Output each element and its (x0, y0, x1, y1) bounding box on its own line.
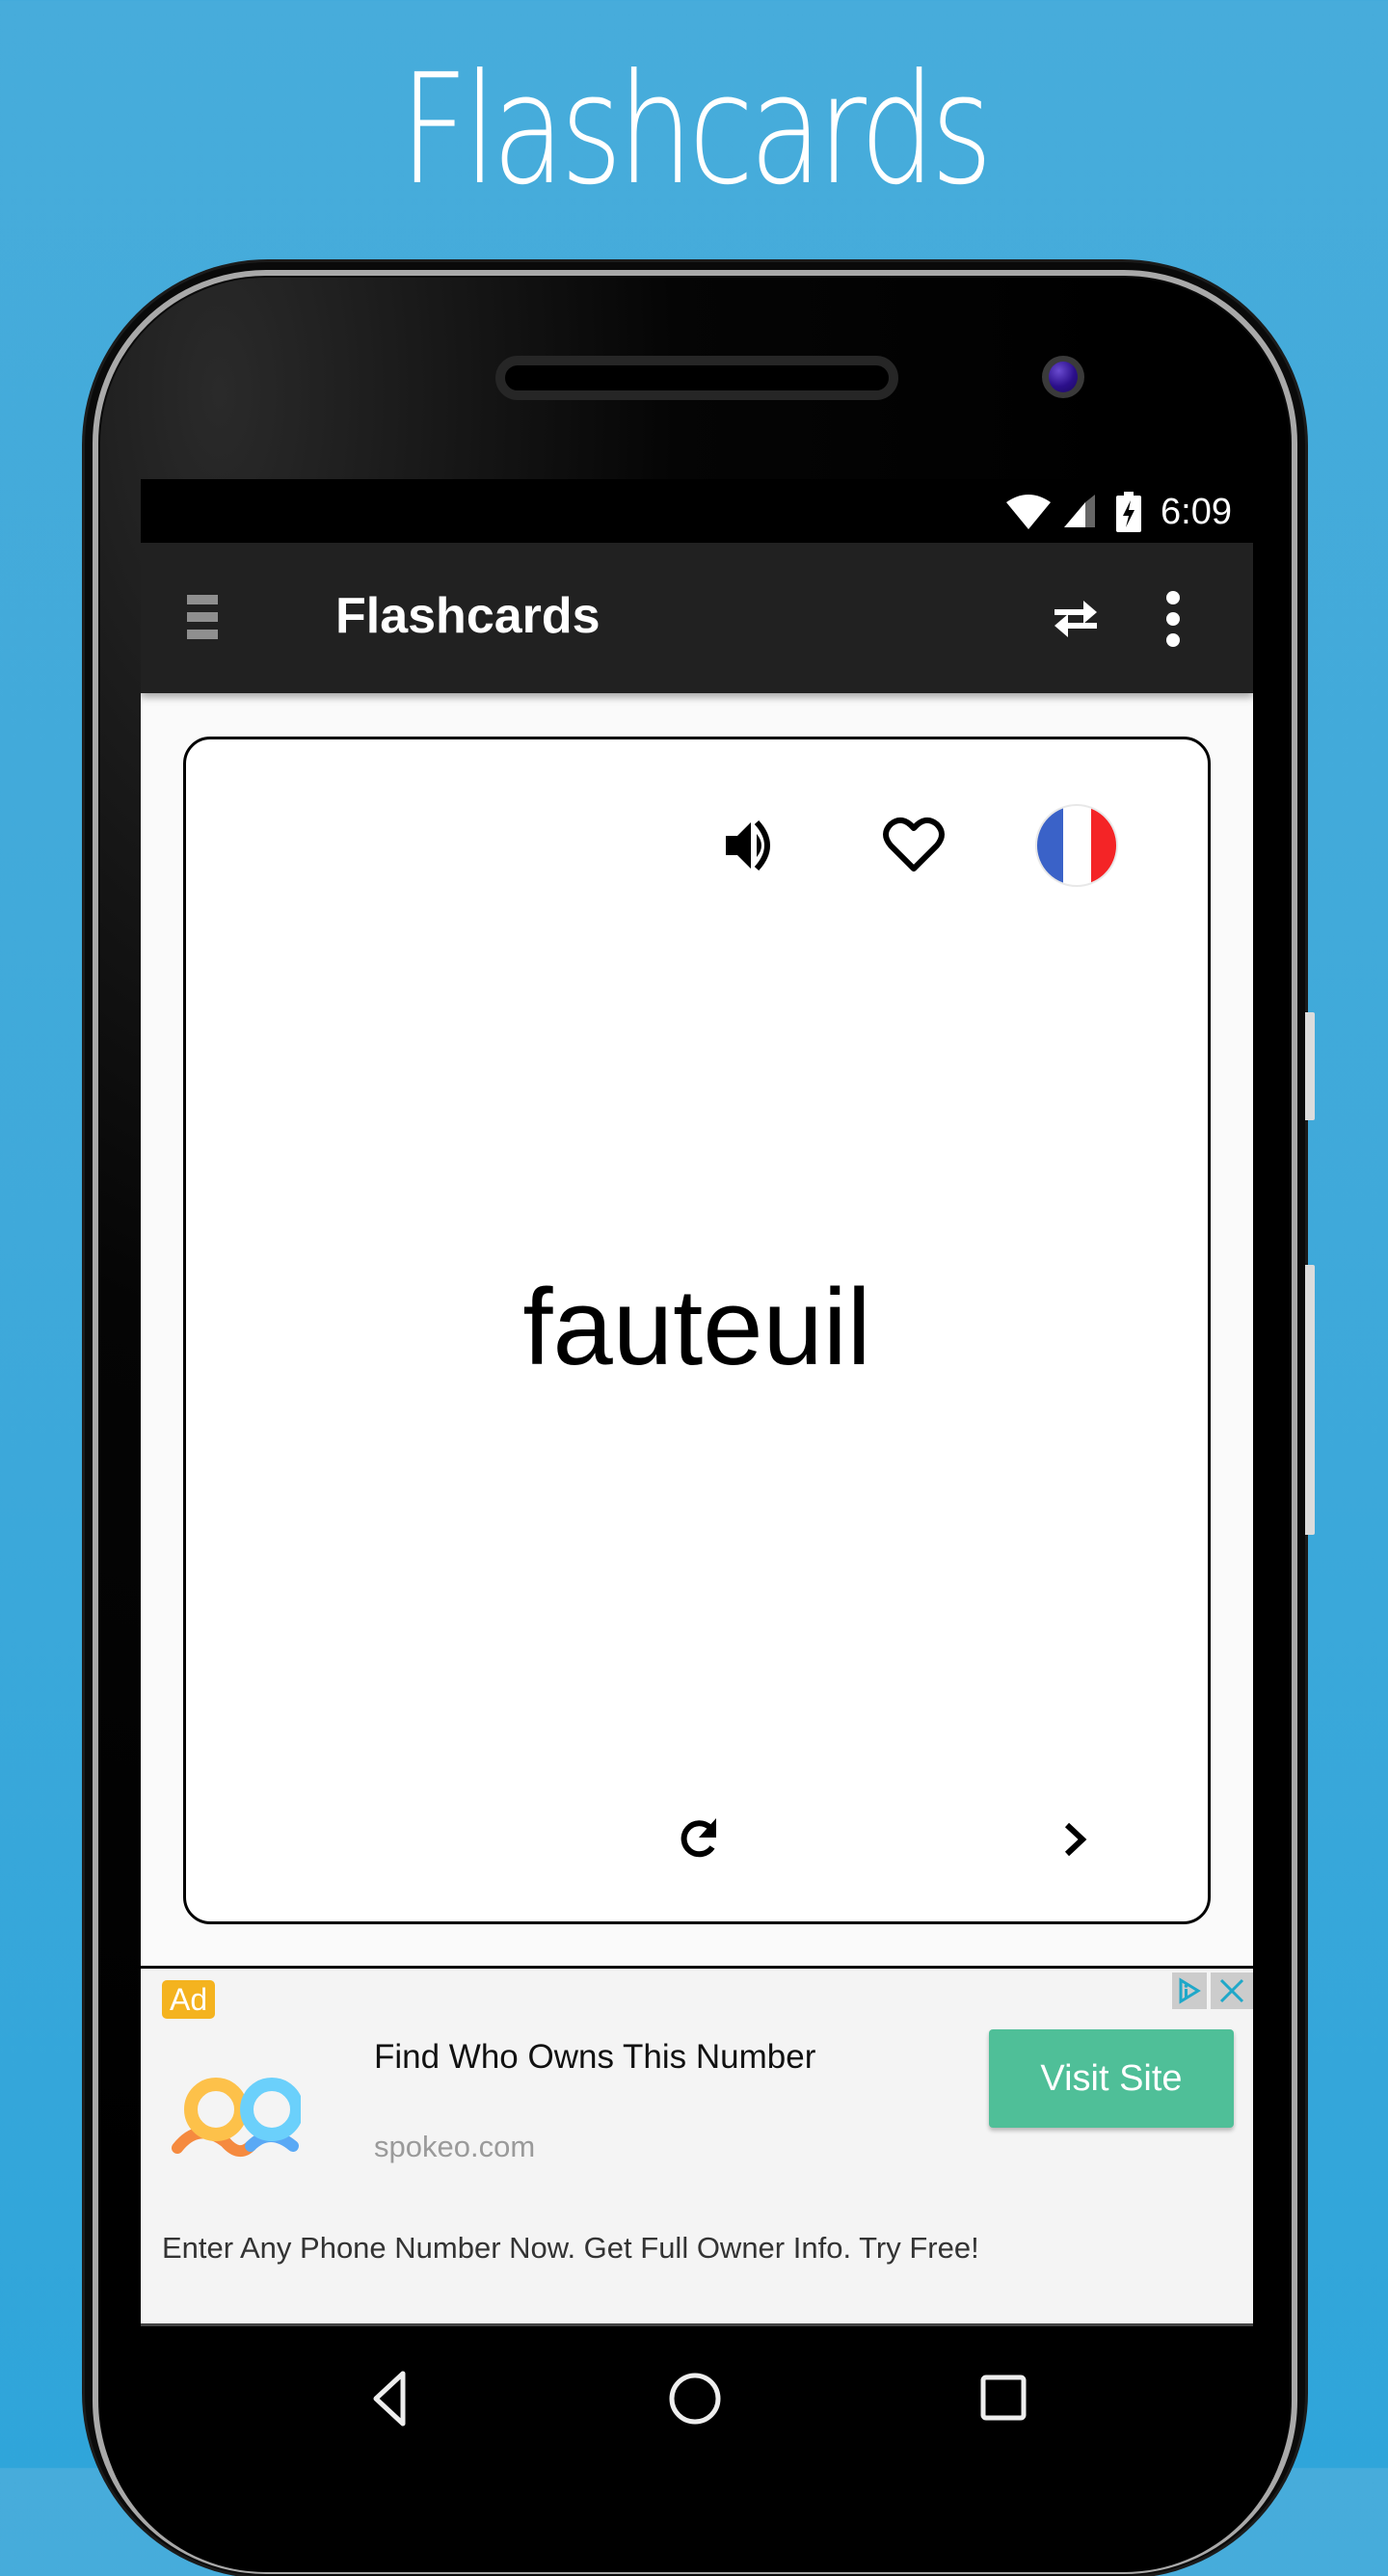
swap-arrows-icon[interactable] (1047, 589, 1105, 647)
advertiser-logo (172, 2078, 301, 2158)
heart-outline-icon[interactable] (883, 815, 945, 874)
status-bar: 6:09 (141, 479, 1253, 543)
flashcard[interactable]: fauteuil (183, 737, 1211, 1924)
home-icon[interactable] (661, 2364, 729, 2431)
cell-signal-icon (1064, 495, 1096, 527)
back-icon[interactable] (355, 2364, 422, 2431)
app-title: Flashcards (335, 588, 601, 644)
refresh-icon[interactable] (674, 1814, 724, 1865)
ad-badge: Ad (162, 1980, 216, 2019)
power-button (1305, 1012, 1315, 1120)
france-flag-icon[interactable] (1034, 803, 1119, 888)
content-area: fauteuil (141, 693, 1253, 1966)
ad-domain: spokeo.com (374, 2130, 536, 2163)
adchoices-icon[interactable] (1172, 1972, 1207, 2009)
hamburger-menu-icon[interactable] (187, 595, 218, 639)
app-bar: Flashcards (141, 543, 1253, 693)
ad-close-icon[interactable] (1211, 1972, 1253, 2009)
navigation-bar (141, 2329, 1253, 2468)
recents-icon[interactable] (970, 2364, 1037, 2431)
chevron-right-icon[interactable] (1061, 1821, 1090, 1858)
flashcard-word: fauteuil (522, 1267, 871, 1387)
more-vertical-icon[interactable] (1159, 585, 1188, 653)
visit-site-button[interactable]: Visit Site (989, 2029, 1234, 2128)
status-time: 6:09 (1161, 491, 1232, 532)
earpiece-speaker (495, 356, 898, 400)
ad-headline[interactable]: Find Who Owns This Number (374, 2038, 815, 2077)
promo-title: Flashcards (399, 41, 993, 219)
front-camera (1042, 356, 1084, 398)
battery-charging-icon (1116, 492, 1142, 532)
screen: 6:09 Flashcards fauteuil Ad Find Who Own… (141, 479, 1253, 2326)
ad-body-text: Enter Any Phone Number Now. Get Full Own… (162, 2231, 979, 2265)
ad-banner[interactable]: Ad Find Who Owns This Number spokeo.com … (141, 1969, 1253, 2323)
volume-up-icon[interactable] (722, 817, 780, 874)
wifi-icon (1006, 495, 1052, 529)
volume-button (1305, 1265, 1315, 1535)
screen-divider (141, 2323, 1253, 2326)
